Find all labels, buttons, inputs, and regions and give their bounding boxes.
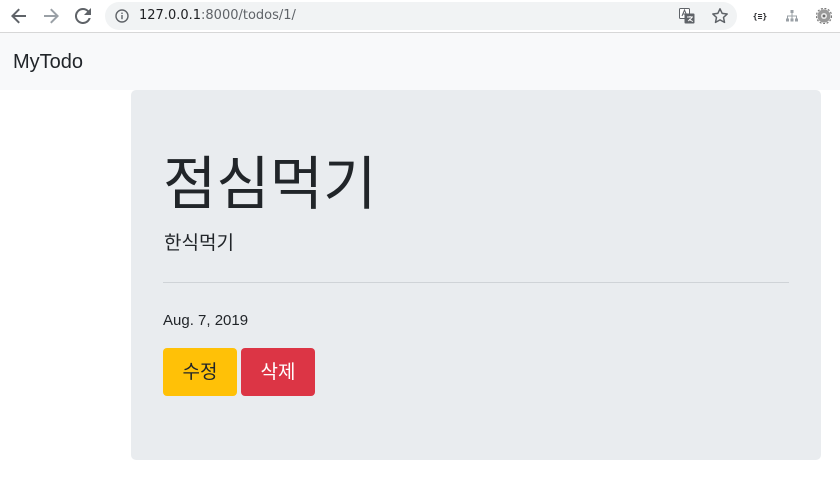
info-icon[interactable] — [115, 9, 129, 23]
browser-toolbar: 127.0.0.1:8000/todos/1/ {≡} — [0, 0, 840, 33]
reload-icon — [75, 8, 91, 24]
url-host: 127.0.0.1 — [139, 8, 202, 23]
json-viewer-icon[interactable]: {≡} — [751, 7, 769, 25]
todo-date: Aug. 7, 2019 — [163, 312, 249, 329]
gear-icon[interactable] — [815, 7, 833, 25]
tree-glyph — [786, 10, 798, 22]
todo-detail-card: 점심먹기 한식먹기 Aug. 7, 2019 수정 삭제 — [131, 90, 821, 460]
gear-glyph — [816, 8, 832, 24]
forward-button[interactable] — [40, 5, 62, 27]
todo-title: 점심먹기 — [163, 150, 377, 218]
url-text[interactable]: 127.0.0.1:8000/todos/1/ — [139, 8, 296, 24]
arrow-right-icon — [44, 8, 59, 24]
translate-icon[interactable] — [679, 8, 695, 24]
divider — [163, 282, 789, 283]
tree-icon[interactable] — [783, 7, 801, 25]
url-path: :8000/todos/1/ — [201, 8, 296, 23]
delete-button[interactable]: 삭제 — [241, 348, 315, 396]
navbar: MyTodo — [0, 33, 840, 90]
todo-description: 한식먹기 — [164, 232, 234, 254]
brand-link[interactable]: MyTodo — [13, 50, 83, 74]
star-icon[interactable] — [711, 7, 729, 25]
reload-button[interactable] — [72, 5, 94, 27]
back-button[interactable] — [8, 5, 30, 27]
address-bar[interactable]: 127.0.0.1:8000/todos/1/ — [105, 2, 737, 30]
arrow-left-icon — [11, 8, 26, 24]
edit-button[interactable]: 수정 — [163, 348, 237, 396]
